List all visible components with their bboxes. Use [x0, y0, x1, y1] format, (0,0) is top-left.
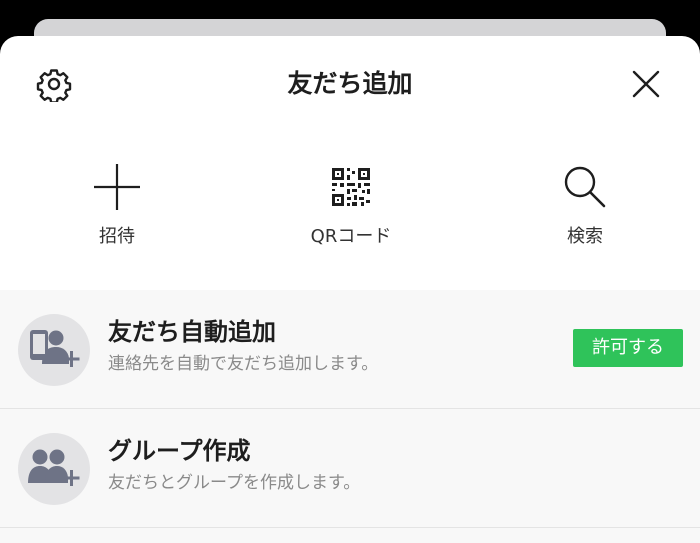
plus-icon [94, 164, 140, 210]
page-title: 友だち追加 [287, 69, 413, 98]
invite-button[interactable]: 招待 [37, 146, 197, 266]
add-methods: 招待 QRコード 検索 [0, 146, 700, 286]
add-friend-sheet: 友だち追加 招待 QRコード 検索 友だち自動追加 連絡先を自動で友だち追加しま… [0, 36, 700, 543]
group-add-icon [28, 449, 80, 486]
close-icon [632, 70, 660, 98]
auto-add-avatar [18, 314, 90, 386]
search-label: 検索 [567, 226, 603, 247]
qr-code-button[interactable]: QRコード [271, 146, 431, 266]
list-item-auto-add: 友だち自動追加 連絡先を自動で友だち追加します。 許可する [0, 290, 700, 408]
auto-add-subtitle: 連絡先を自動で友だち追加します。 [108, 354, 379, 374]
search-button[interactable]: 検索 [505, 146, 665, 266]
search-icon [564, 166, 606, 208]
create-group-avatar [18, 433, 90, 505]
options-list: 友だち自動追加 連絡先を自動で友だち追加します。 許可する グループ作成 友だち… [0, 290, 700, 543]
qr-code-label: QRコード [310, 226, 392, 247]
auto-add-title: 友だち自動追加 [108, 318, 276, 346]
header: 友だち追加 [0, 36, 700, 130]
allow-button[interactable]: 許可する [573, 329, 683, 367]
list-item-create-group[interactable]: グループ作成 友だちとグループを作成します。 [0, 409, 700, 527]
invite-label: 招待 [99, 226, 135, 247]
divider [0, 527, 700, 528]
close-button[interactable] [628, 66, 664, 102]
create-group-title: グループ作成 [108, 437, 251, 465]
create-group-subtitle: 友だちとグループを作成します。 [108, 473, 361, 493]
qr-code-icon [332, 168, 370, 206]
phone-user-add-icon [30, 330, 80, 367]
